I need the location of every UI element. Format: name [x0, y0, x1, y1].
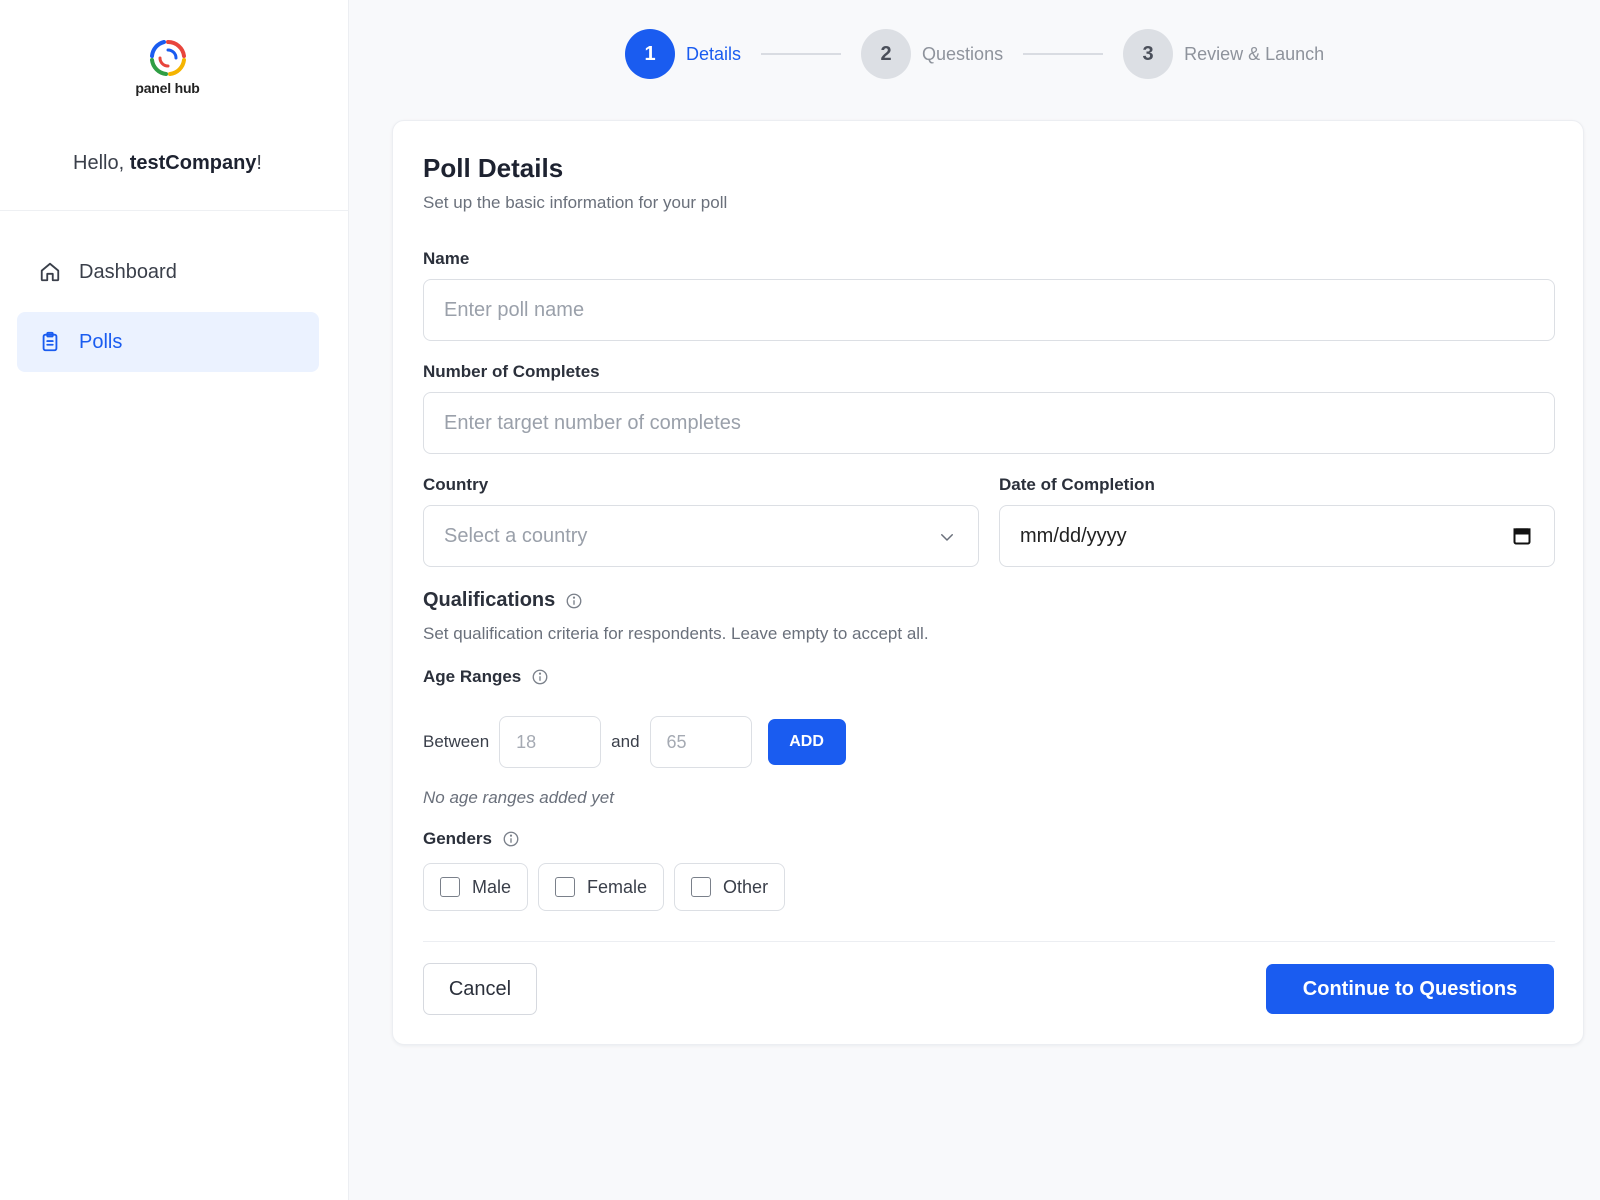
completes-label: Number of Completes: [423, 362, 600, 381]
age-max-input[interactable]: 65: [649, 716, 752, 768]
gender-label: Male: [472, 876, 512, 897]
home-icon: [39, 261, 61, 283]
qualifications-heading: Qualifications: [423, 589, 583, 612]
age-ranges-title: Age Ranges: [423, 667, 522, 686]
date-label: Date of Completion: [999, 475, 1155, 494]
age-ranges-heading: Age Ranges: [423, 667, 549, 687]
step-number: 1: [625, 29, 675, 79]
poll-name-placeholder: Enter poll name: [444, 298, 585, 321]
calendar-icon[interactable]: [1512, 526, 1532, 552]
step-label: Review & Launch: [1184, 43, 1325, 64]
panelhub-logo-icon: [149, 39, 186, 76]
sidebar-item-label: Dashboard: [79, 260, 177, 283]
age-max-placeholder: 65: [666, 731, 687, 752]
brand-name: panel hub: [135, 80, 200, 96]
and-label: and: [611, 732, 640, 751]
country-placeholder: Select a country: [444, 524, 588, 547]
step-label: Questions: [922, 43, 1004, 64]
page-title: Poll Details: [423, 153, 564, 183]
step-questions[interactable]: 2 Questions: [861, 29, 1003, 79]
gender-label: Female: [587, 876, 648, 897]
add-age-range-button[interactable]: ADD: [767, 719, 846, 765]
completion-date-input[interactable]: mm/dd/yyyy: [999, 505, 1555, 567]
age-range-row: Between 18 and 65 ADD: [423, 716, 846, 768]
greeting: Hello, testCompany!: [0, 152, 335, 175]
footer-divider: [423, 941, 1555, 942]
completes-input[interactable]: Enter target number of completes: [423, 392, 1555, 454]
date-value: mm/dd/yyyy: [1020, 524, 1127, 547]
greeting-username: testCompany: [129, 152, 257, 174]
completes-placeholder: Enter target number of completes: [444, 411, 741, 434]
continue-to-questions-button[interactable]: Continue to Questions: [1266, 964, 1554, 1014]
name-label: Name: [423, 249, 470, 268]
gender-label: Other: [723, 876, 769, 897]
age-ranges-empty-text: No age ranges added yet: [423, 788, 614, 807]
qualifications-description: Set qualification criteria for responden…: [423, 624, 929, 643]
country-select[interactable]: Select a country: [423, 505, 979, 567]
sidebar-item-label: Polls: [79, 330, 123, 353]
qualifications-title: Qualifications: [423, 589, 556, 611]
step-review-launch[interactable]: 3 Review & Launch: [1123, 29, 1324, 79]
greeting-prefix: Hello,: [73, 152, 130, 174]
clipboard-icon: [39, 331, 61, 353]
step-connector: [761, 53, 842, 55]
brand-logo[interactable]: panel hub: [0, 36, 335, 96]
chevron-down-icon: [938, 528, 956, 552]
cancel-button[interactable]: Cancel: [423, 963, 537, 1015]
gender-option-male[interactable]: Male: [423, 863, 529, 911]
step-connector: [1023, 53, 1104, 55]
step-label: Details: [686, 43, 742, 64]
greeting-suffix: !: [256, 152, 262, 174]
checkbox[interactable]: [555, 877, 576, 897]
age-min-placeholder: 18: [516, 731, 537, 752]
gender-options: Male Female Other: [423, 863, 795, 911]
checkbox[interactable]: [691, 877, 712, 897]
sidebar-item-polls[interactable]: Polls: [17, 312, 319, 372]
info-icon[interactable]: [531, 668, 549, 686]
gender-option-female[interactable]: Female: [538, 863, 665, 911]
step-number: 3: [1123, 29, 1174, 79]
gender-option-other[interactable]: Other: [674, 863, 786, 911]
poll-details-card: Poll Details Set up the basic informatio…: [392, 120, 1584, 1045]
checkbox[interactable]: [440, 877, 460, 897]
sidebar-item-dashboard[interactable]: Dashboard: [17, 242, 319, 302]
info-icon[interactable]: [502, 830, 520, 848]
between-label: Between: [423, 732, 490, 751]
age-min-input[interactable]: 18: [499, 716, 602, 768]
sidebar-divider: [0, 210, 349, 211]
step-details[interactable]: 1 Details: [625, 29, 741, 79]
genders-heading: Genders: [423, 829, 520, 849]
genders-title: Genders: [423, 829, 492, 848]
sidebar: panel hub Hello, testCompany! Dashboard …: [0, 0, 349, 1200]
progress-stepper: 1 Details 2 Questions 3 Review & Launch: [625, 28, 1324, 80]
country-label: Country: [423, 475, 489, 494]
info-icon[interactable]: [565, 592, 583, 610]
page-subtitle: Set up the basic information for your po…: [423, 193, 728, 212]
poll-name-input[interactable]: Enter poll name: [423, 279, 1555, 341]
step-number: 2: [861, 29, 912, 79]
